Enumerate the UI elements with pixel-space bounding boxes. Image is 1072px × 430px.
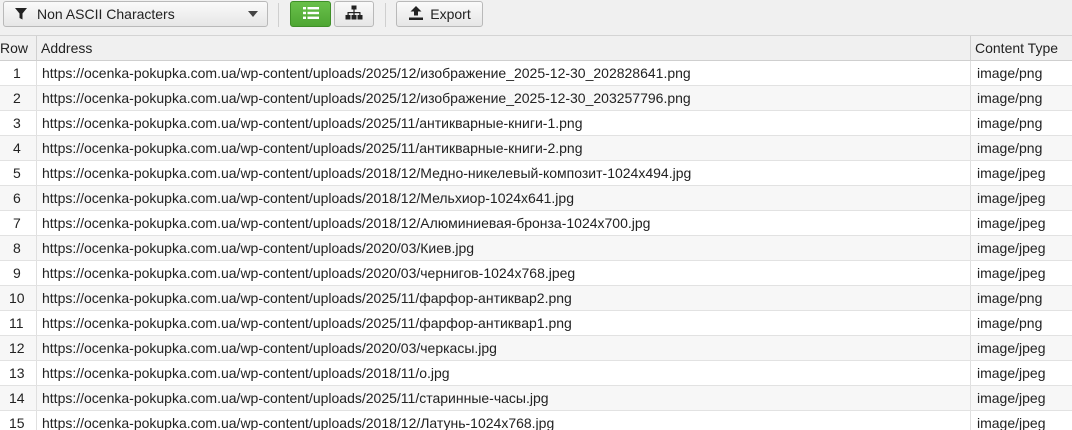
address-cell: https://ocenka-pokupka.com.ua/wp-content… [37, 211, 971, 235]
table-row[interactable]: 13 https://ocenka-pokupka.com.ua/wp-conte… [0, 361, 1072, 386]
content-type-cell: image/jpeg [977, 215, 1046, 231]
row-number-cell: 2 [0, 86, 37, 110]
row-number-cell: 13 [0, 361, 37, 385]
column-header-address[interactable]: Address [37, 36, 971, 61]
row-number-cell: 10 [0, 286, 37, 310]
table-row[interactable]: 1 https://ocenka-pokupka.com.ua/wp-conten… [0, 61, 1072, 86]
address-cell: https://ocenka-pokupka.com.ua/wp-content… [37, 86, 971, 110]
row-number-cell: 6 [0, 186, 37, 210]
table-row[interactable]: 14 https://ocenka-pokupka.com.ua/wp-conte… [0, 386, 1072, 411]
hierarchy-icon [345, 5, 363, 24]
toolbar: Non ASCII Characters Export [0, 0, 1072, 36]
export-button-label: Export [430, 6, 471, 22]
table-row[interactable]: 8 https://ocenka-pokupka.com.ua/wp-conten… [0, 236, 1072, 261]
address-cell: https://ocenka-pokupka.com.ua/wp-content… [37, 386, 971, 410]
export-button[interactable]: Export [396, 1, 483, 27]
table-row[interactable]: 11 https://ocenka-pokupka.com.ua/wp-conte… [0, 311, 1072, 336]
content-type-cell: image/jpeg [977, 190, 1046, 206]
row-number-cell: 14 [0, 386, 37, 410]
address-cell: https://ocenka-pokupka.com.ua/wp-content… [37, 261, 971, 285]
content-type-cell: image/png [977, 65, 1043, 81]
funnel-icon [13, 6, 29, 22]
content-type-cell: image/jpeg [977, 390, 1046, 406]
row-number-cell: 8 [0, 236, 37, 260]
table-row[interactable]: 6 https://ocenka-pokupka.com.ua/wp-conten… [0, 186, 1072, 211]
row-number-cell: 4 [0, 136, 37, 160]
row-number-cell: 5 [0, 161, 37, 185]
content-type-cell: image/png [977, 90, 1043, 106]
list-icon [302, 6, 320, 23]
address-cell: https://ocenka-pokupka.com.ua/wp-content… [37, 236, 971, 260]
content-type-cell: image/png [977, 140, 1043, 156]
row-number-cell: 7 [0, 211, 37, 235]
address-cell: https://ocenka-pokupka.com.ua/wp-content… [37, 336, 971, 360]
address-cell: https://ocenka-pokupka.com.ua/wp-content… [37, 361, 971, 385]
row-number-cell: 12 [0, 336, 37, 360]
table-row[interactable]: 9 https://ocenka-pokupka.com.ua/wp-conten… [0, 261, 1072, 286]
filter-dropdown-label: Non ASCII Characters [37, 6, 175, 22]
table-row[interactable]: 4 https://ocenka-pokupka.com.ua/wp-conten… [0, 136, 1072, 161]
address-cell: https://ocenka-pokupka.com.ua/wp-content… [37, 161, 971, 185]
address-cell: https://ocenka-pokupka.com.ua/wp-content… [37, 111, 971, 135]
table-row[interactable]: 2 https://ocenka-pokupka.com.ua/wp-conten… [0, 86, 1072, 111]
table-row[interactable]: 15 https://ocenka-pokupka.com.ua/wp-conte… [0, 411, 1072, 430]
content-type-cell: image/png [977, 115, 1043, 131]
address-cell: https://ocenka-pokupka.com.ua/wp-content… [37, 311, 971, 335]
table-row[interactable]: 10 https://ocenka-pokupka.com.ua/wp-conte… [0, 286, 1072, 311]
table-row[interactable]: 3 https://ocenka-pokupka.com.ua/wp-conten… [0, 111, 1072, 136]
table-header: Row Address Content Type [0, 36, 1072, 61]
content-type-cell: image/jpeg [977, 365, 1046, 381]
toolbar-divider [385, 3, 386, 27]
content-type-cell: image/png [977, 315, 1043, 331]
row-number-cell: 3 [0, 111, 37, 135]
column-header-content-type[interactable]: Content Type [971, 36, 1072, 61]
table-row[interactable]: 5 https://ocenka-pokupka.com.ua/wp-conten… [0, 161, 1072, 186]
address-cell: https://ocenka-pokupka.com.ua/wp-content… [37, 136, 971, 160]
column-header-row[interactable]: Row [0, 36, 37, 61]
filter-dropdown[interactable]: Non ASCII Characters [3, 1, 268, 27]
table-row[interactable]: 7 https://ocenka-pokupka.com.ua/wp-conten… [0, 211, 1072, 236]
upload-icon [408, 5, 424, 24]
toolbar-divider [278, 3, 279, 27]
row-number-cell: 9 [0, 261, 37, 285]
content-type-cell: image/jpeg [977, 165, 1046, 181]
content-type-cell: image/png [977, 290, 1043, 306]
address-cell: https://ocenka-pokupka.com.ua/wp-content… [37, 286, 971, 310]
content-type-cell: image/jpeg [977, 415, 1046, 430]
list-view-button[interactable] [290, 1, 331, 27]
content-type-cell: image/jpeg [977, 240, 1046, 256]
table-row[interactable]: 12 https://ocenka-pokupka.com.ua/wp-conte… [0, 336, 1072, 361]
content-type-cell: image/jpeg [977, 265, 1046, 281]
chevron-down-icon [248, 11, 258, 17]
address-cell: https://ocenka-pokupka.com.ua/wp-content… [37, 186, 971, 210]
row-number-cell: 11 [0, 311, 37, 335]
row-number-cell: 1 [0, 61, 37, 85]
tree-view-button[interactable] [334, 1, 374, 27]
address-cell: https://ocenka-pokupka.com.ua/wp-content… [37, 411, 971, 430]
content-type-cell: image/jpeg [977, 340, 1046, 356]
address-cell: https://ocenka-pokupka.com.ua/wp-content… [37, 61, 971, 85]
row-number-cell: 15 [0, 411, 37, 430]
